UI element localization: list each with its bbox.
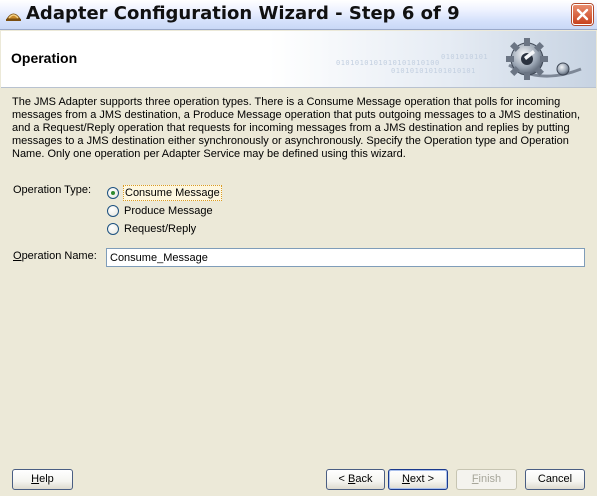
radio-request-reply[interactable]: Request/Reply bbox=[107, 221, 197, 237]
page-title: Operation bbox=[11, 50, 78, 66]
app-icon bbox=[5, 7, 22, 24]
binary-decoration-1: 0101010101010101010100 bbox=[336, 59, 440, 67]
cancel-button[interactable]: Cancel bbox=[525, 469, 585, 490]
radio-label-request-reply[interactable]: Request/Reply bbox=[123, 222, 197, 236]
operation-name-label: Operation Name: bbox=[13, 250, 97, 262]
binary-decoration-2: 010101010101010101 bbox=[391, 67, 476, 75]
next-label-rest: ext > bbox=[409, 473, 435, 485]
page-header: Operation 0101010101010101010100 0101010… bbox=[1, 31, 596, 88]
finish-button: Finish bbox=[456, 469, 517, 490]
back-button[interactable]: < Back bbox=[326, 469, 385, 490]
wizard-description: The JMS Adapter supports three operation… bbox=[12, 96, 581, 160]
mnemonic-f: F bbox=[471, 473, 479, 485]
radio-produce-message[interactable]: Produce Message bbox=[107, 203, 214, 219]
next-button[interactable]: Next > bbox=[388, 469, 448, 490]
finish-label-rest: inish bbox=[478, 473, 502, 485]
close-button[interactable] bbox=[572, 4, 593, 25]
close-icon bbox=[576, 8, 589, 21]
radio-consume-message[interactable]: Consume Message bbox=[107, 185, 222, 201]
mnemonic-o: O bbox=[13, 250, 22, 262]
radio-button[interactable] bbox=[107, 205, 119, 217]
radio-button[interactable] bbox=[107, 223, 119, 235]
back-label-pre: < bbox=[338, 473, 348, 485]
binary-decoration-3: 0101010101 bbox=[441, 53, 489, 61]
operation-name-input[interactable] bbox=[106, 248, 585, 267]
gear-icon bbox=[506, 38, 582, 80]
operation-type-label: Operation Type: bbox=[13, 184, 92, 196]
mnemonic-h: H bbox=[31, 473, 40, 485]
help-button[interactable]: Help bbox=[12, 469, 73, 490]
radio-label-consume[interactable]: Consume Message bbox=[123, 185, 222, 201]
back-label-rest: ack bbox=[355, 473, 373, 485]
radio-label-produce[interactable]: Produce Message bbox=[123, 204, 214, 218]
window-title: Adapter Configuration Wizard - Step 6 of… bbox=[26, 3, 460, 24]
wizard-window: Adapter Configuration Wizard - Step 6 of… bbox=[0, 0, 597, 496]
radio-button[interactable] bbox=[107, 187, 119, 199]
mnemonic-n: N bbox=[401, 473, 410, 485]
help-label-rest: elp bbox=[39, 473, 54, 485]
operation-name-label-rest: peration Name: bbox=[21, 250, 97, 262]
title-bar[interactable]: Adapter Configuration Wizard - Step 6 of… bbox=[0, 0, 597, 30]
